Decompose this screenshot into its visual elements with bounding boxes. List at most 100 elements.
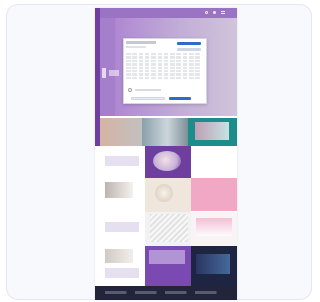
cookie-grid-cell <box>144 76 150 80</box>
cookie-grid-cell <box>144 70 150 73</box>
cookie-grid-cell <box>176 59 181 63</box>
article-card-3[interactable] <box>191 146 237 178</box>
cookie-grid-cell <box>195 76 200 80</box>
cookie-grid-cell <box>138 56 144 59</box>
cookie-grid-cell <box>176 66 181 69</box>
toggle-icon[interactable] <box>128 88 132 92</box>
cookie-grid-cell <box>138 70 144 73</box>
cookie-grid-cell <box>144 66 150 69</box>
cookie-grid-cell <box>189 53 194 56</box>
cookie-grid-cell <box>138 76 144 80</box>
teal-tile-chart <box>195 122 229 140</box>
cookie-grid-cell <box>151 70 156 73</box>
hero-side-label <box>102 68 106 78</box>
cookie-grid-cell <box>157 66 163 69</box>
cookie-grid-cell <box>126 56 131 59</box>
cookie-grid-cell <box>144 63 150 66</box>
article-card-5-image <box>155 184 173 202</box>
accept-all-button[interactable] <box>177 42 201 45</box>
cookie-grid-cell <box>163 73 169 76</box>
save-preferences-button[interactable] <box>131 97 165 100</box>
cookie-grid-cell <box>163 66 169 69</box>
cookie-grid-cell <box>126 53 131 56</box>
cookie-grid-cell <box>189 66 194 69</box>
cookie-grid-cell <box>195 73 200 76</box>
cookie-grid-cell <box>157 59 163 63</box>
cookie-grid-cell <box>138 53 144 56</box>
article-card-10-title <box>149 250 185 264</box>
cookie-grid-cell <box>157 73 163 76</box>
cookie-grid-cell <box>126 76 131 80</box>
banner-dark-image <box>142 118 188 146</box>
cookie-grid-cell <box>189 59 194 63</box>
cookie-grid-cell <box>126 63 131 66</box>
cookie-grid-cell <box>144 56 150 59</box>
cookie-grid-cell <box>163 63 169 66</box>
article-card-2-image <box>153 151 181 171</box>
cookie-grid-cell <box>144 73 150 76</box>
cookie-grid-cell <box>170 70 175 73</box>
cookie-grid-cell <box>176 73 181 76</box>
cookie-grid-cell <box>138 63 144 66</box>
cookie-grid-cell <box>176 70 181 73</box>
cookie-grid-cell <box>138 66 144 69</box>
cookie-grid-cell <box>189 70 194 73</box>
cookie-grid-cell <box>182 70 188 73</box>
cookie-grid-cell <box>132 56 137 59</box>
cookie-grid-cell <box>182 59 188 63</box>
cookie-grid-cell <box>163 76 169 80</box>
cookie-grid-cell <box>157 70 163 73</box>
cookie-grid-cell <box>132 70 137 73</box>
cookie-grid-cell <box>176 53 181 56</box>
article-card-3-pink-block <box>191 178 237 211</box>
cookie-grid-cell <box>126 59 131 63</box>
cookie-grid-cell <box>170 59 175 63</box>
cookie-grid-cell <box>170 63 175 66</box>
footer-links <box>105 291 225 294</box>
cookie-grid-cell <box>151 53 156 56</box>
cookie-grid-cell <box>132 73 137 76</box>
cookie-grid-cell <box>170 53 175 56</box>
article-card-9-text <box>105 268 139 278</box>
cookie-grid-cell <box>176 76 181 80</box>
menu-icon[interactable] <box>221 11 225 14</box>
cookie-grid-cell <box>132 76 137 80</box>
cookie-link[interactable] <box>135 89 161 91</box>
cookie-grid-cell <box>189 56 194 59</box>
article-card-1-text <box>105 156 139 166</box>
cookie-grid-cell <box>170 76 175 80</box>
cookie-grid-cell <box>151 63 156 66</box>
cookie-grid-cell <box>189 76 194 80</box>
cookie-grid-cell <box>176 63 181 66</box>
article-card-11-graphic <box>196 254 230 274</box>
cookie-grid-cell <box>157 53 163 56</box>
cookie-grid-cell <box>144 59 150 63</box>
cookie-grid-cell <box>126 66 131 69</box>
cookie-grid-cell <box>189 73 194 76</box>
search-icon[interactable] <box>205 11 208 14</box>
cookie-grid-cell <box>151 73 156 76</box>
user-icon[interactable] <box>213 11 216 14</box>
cookie-grid-cell <box>195 63 200 66</box>
confirm-button[interactable] <box>169 97 191 100</box>
cookie-grid-cell <box>182 76 188 80</box>
article-card-9-image <box>105 249 133 263</box>
cookie-grid-cell <box>138 73 144 76</box>
cookie-vendor-grid <box>126 53 202 81</box>
cookie-grid-cell <box>163 53 169 56</box>
webpage-screenshot <box>95 8 237 300</box>
cookie-grid-cell <box>157 76 163 80</box>
cookie-grid-cell <box>182 53 188 56</box>
cookie-grid-cell <box>195 53 200 56</box>
cookie-grid-cell <box>182 66 188 69</box>
cookie-grid-cell <box>182 56 188 59</box>
cookie-grid-cell <box>182 63 188 66</box>
cookie-grid-cell <box>195 56 200 59</box>
cookie-grid-cell <box>132 66 137 69</box>
cookie-grid-cell <box>189 63 194 66</box>
cookie-grid-cell <box>170 66 175 69</box>
cookie-grid-cell <box>170 73 175 76</box>
cookie-grid-cell <box>195 70 200 73</box>
reject-button[interactable] <box>177 48 201 51</box>
cookie-grid-cell <box>126 73 131 76</box>
